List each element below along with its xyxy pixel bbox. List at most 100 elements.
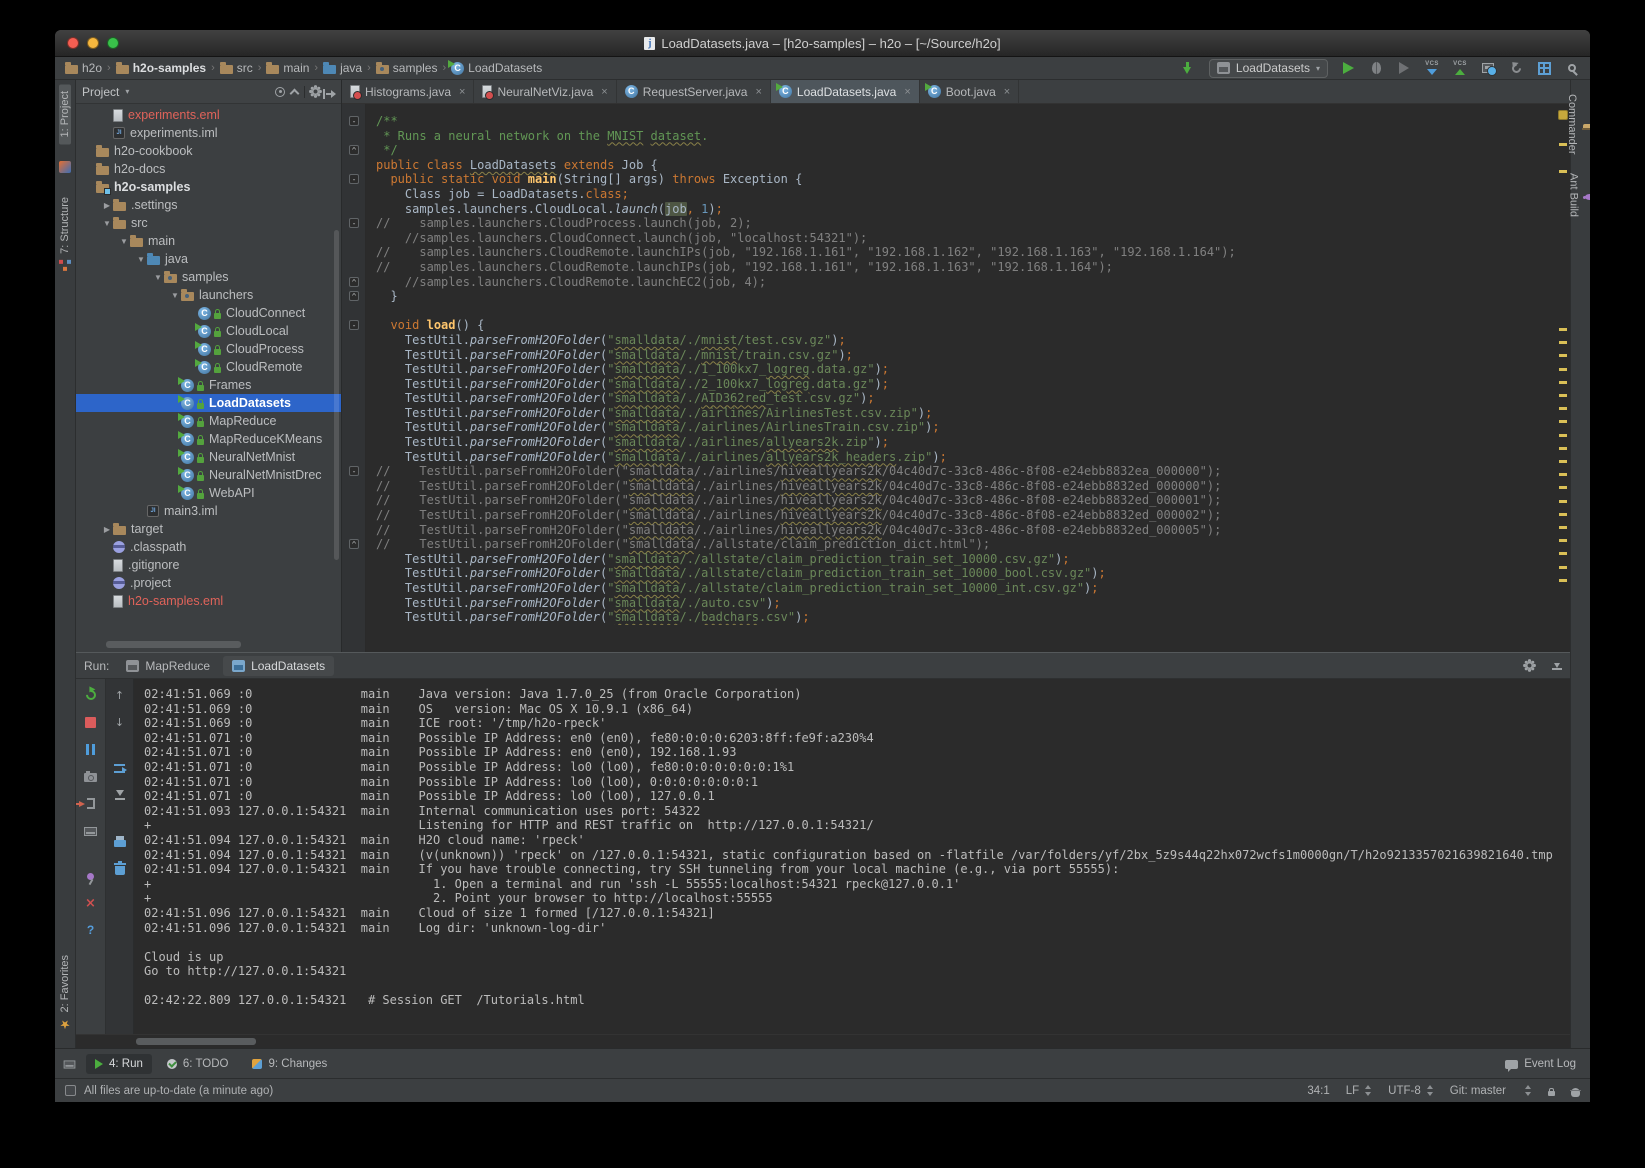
tree-item[interactable]: h2o-samples [76, 178, 341, 196]
breadcrumb-item[interactable]: samples [376, 61, 438, 75]
tree-arrow-icon[interactable]: ▼ [152, 273, 164, 282]
editor[interactable]: -/** * Runs a neural network on the MNIS… [342, 104, 1570, 652]
code-line[interactable]: TestUtil.parseFromH2OFolder("smalldata/.… [342, 610, 1556, 625]
encoding-widget[interactable]: UTF-8 [1388, 1085, 1434, 1097]
code-line[interactable]: TestUtil.parseFromH2OFolder("smalldata/.… [342, 581, 1556, 596]
code-line[interactable]: // samples.launchers.CloudRemote.launchI… [342, 245, 1556, 260]
warning-tick-icon[interactable] [1559, 381, 1567, 384]
tree-item[interactable]: main3.iml [76, 502, 341, 520]
code-line[interactable]: ^ */ [342, 143, 1556, 158]
tree-vertical-scrollbar[interactable] [334, 230, 339, 560]
code-line[interactable]: samples.launchers.CloudLocal.launch(job,… [342, 202, 1556, 217]
pin-button[interactable] [82, 868, 100, 884]
collapse-all-icon[interactable] [290, 88, 300, 98]
warning-tick-icon[interactable] [1559, 566, 1567, 569]
code-line[interactable]: Class job = LoadDatasets.class; [342, 187, 1556, 202]
run-settings-gear-icon[interactable] [1526, 662, 1533, 669]
code-line[interactable]: TestUtil.parseFromH2OFolder("smalldata/.… [342, 362, 1556, 377]
run-tab[interactable]: MapReduce [117, 656, 219, 676]
code-line[interactable]: TestUtil.parseFromH2OFolder("smalldata/.… [342, 348, 1556, 363]
warning-tick-icon[interactable] [1559, 526, 1567, 529]
code-line[interactable]: TestUtil.parseFromH2OFolder("smalldata/.… [342, 406, 1556, 421]
warning-tick-icon[interactable] [1559, 420, 1567, 423]
code-line[interactable]: ^ //samples.launchers.CloudRemote.launch… [342, 275, 1556, 290]
breadcrumb-item[interactable]: main [266, 61, 309, 75]
code-line[interactable]: // samples.launchers.CloudRemote.launchI… [342, 260, 1556, 275]
code-line[interactable]: ^// TestUtil.parseFromH2OFolder("smallda… [342, 537, 1556, 552]
undo-button[interactable] [1508, 59, 1524, 77]
tree-item[interactable]: ▼launchers [76, 286, 341, 304]
code-line[interactable]: TestUtil.parseFromH2OFolder("smalldata/.… [342, 435, 1556, 450]
vcs-branch-widget[interactable]: Git: master [1450, 1085, 1506, 1097]
trash-button[interactable] [111, 860, 129, 876]
help-button[interactable] [82, 922, 100, 938]
toolwindow-tab[interactable]: 9: Changes [243, 1054, 336, 1074]
search-button[interactable] [1564, 59, 1580, 77]
zoom-window-button[interactable] [107, 37, 119, 49]
toolwindow-toggle-icon[interactable] [64, 1060, 76, 1068]
editor-tab[interactable]: Histograms.java× [342, 80, 474, 103]
code-line[interactable]: TestUtil.parseFromH2OFolder("smalldata/.… [342, 391, 1556, 406]
tree-item[interactable]: experiments.eml [76, 106, 341, 124]
code-line[interactable]: TestUtil.parseFromH2OFolder("smalldata/.… [342, 566, 1556, 581]
close-icon[interactable]: × [459, 86, 465, 98]
warning-tick-icon[interactable] [1559, 447, 1567, 450]
stripe-tab-2: Favorites[interactable]: 2: Favorites [59, 948, 71, 1038]
tree-item[interactable]: .classpath [76, 538, 341, 556]
down-button[interactable] [111, 714, 129, 730]
lock-widget[interactable] [1548, 1086, 1555, 1096]
warning-tick-icon[interactable] [1559, 394, 1567, 397]
tree-arrow-icon[interactable]: ▼ [135, 255, 147, 264]
tree-arrow-icon[interactable]: ▶ [101, 201, 113, 210]
warning-tick-icon[interactable] [1559, 328, 1567, 331]
warning-tick-icon[interactable] [1559, 552, 1567, 555]
editor-tab[interactable]: NeuralNetViz.java× [474, 80, 616, 103]
tree-arrow-icon[interactable]: ▼ [118, 237, 130, 246]
tree-item[interactable]: ▼samples [76, 268, 341, 286]
code-line[interactable]: TestUtil.parseFromH2OFolder("smalldata/.… [342, 377, 1556, 392]
tree-arrow-icon[interactable]: ▼ [169, 291, 181, 300]
code-line[interactable]: -// samples.launchers.CloudProcess.launc… [342, 216, 1556, 231]
event-log-button[interactable]: Event Log [1505, 1058, 1582, 1070]
close-button[interactable] [82, 895, 100, 911]
run-button[interactable] [1340, 59, 1356, 77]
code-line[interactable]: public class LoadDatasets extends Job { [342, 158, 1556, 173]
tree-item[interactable]: CloudProcess [76, 340, 341, 358]
code-line[interactable]: // TestUtil.parseFromH2OFolder("smalldat… [342, 523, 1556, 538]
camera-button[interactable] [82, 768, 100, 784]
tree-item[interactable]: h2o-cookbook [76, 142, 341, 160]
fold-marker-icon[interactable]: ^ [349, 145, 359, 155]
fold-marker-icon[interactable]: ^ [349, 539, 359, 549]
code-line[interactable]: - public static void main(String[] args)… [342, 172, 1556, 187]
code-line[interactable]: // TestUtil.parseFromH2OFolder("smalldat… [342, 508, 1556, 523]
close-icon[interactable]: × [601, 86, 607, 98]
tree-item[interactable]: ▶target [76, 520, 341, 538]
run-tab[interactable]: LoadDatasets [223, 656, 334, 676]
tree-item[interactable]: ▶.settings [76, 196, 341, 214]
warning-tick-icon[interactable] [1559, 143, 1567, 146]
toolwindow-tab[interactable]: 6: TODO [158, 1054, 238, 1074]
warning-tick-icon[interactable] [1559, 460, 1567, 463]
print-button[interactable] [111, 833, 129, 849]
stop-button[interactable] [82, 714, 100, 730]
vcs-up-button[interactable]: VCS [1452, 59, 1468, 77]
scrollend-button[interactable] [111, 787, 129, 803]
breadcrumb-item[interactable]: h2o [65, 61, 102, 75]
tree-horizontal-scrollbar[interactable] [106, 641, 241, 648]
fold-marker-icon[interactable]: ^ [349, 277, 359, 287]
line-ending-widget[interactable]: LF [1346, 1085, 1372, 1097]
status-checkbox-icon[interactable] [65, 1085, 76, 1096]
tree-item[interactable]: MapReduceKMeans [76, 430, 341, 448]
breadcrumb-item[interactable]: src [220, 61, 253, 75]
tree-item[interactable]: CloudConnect [76, 304, 341, 322]
tree-item[interactable]: WebAPI [76, 484, 341, 502]
rerun-button[interactable] [82, 687, 100, 703]
fold-marker-icon[interactable]: - [349, 466, 359, 476]
tree-item[interactable]: .gitignore [76, 556, 341, 574]
tree-item[interactable]: experiments.iml [76, 124, 341, 142]
stripe-tab-Ant Build[interactable]: Ant Build [1568, 173, 1591, 217]
hide-panel-icon[interactable] [326, 93, 335, 95]
breadcrumb-item[interactable]: java [323, 61, 362, 75]
tree-item[interactable]: h2o-samples.eml [76, 592, 341, 610]
warning-tick-icon[interactable] [1559, 539, 1567, 542]
